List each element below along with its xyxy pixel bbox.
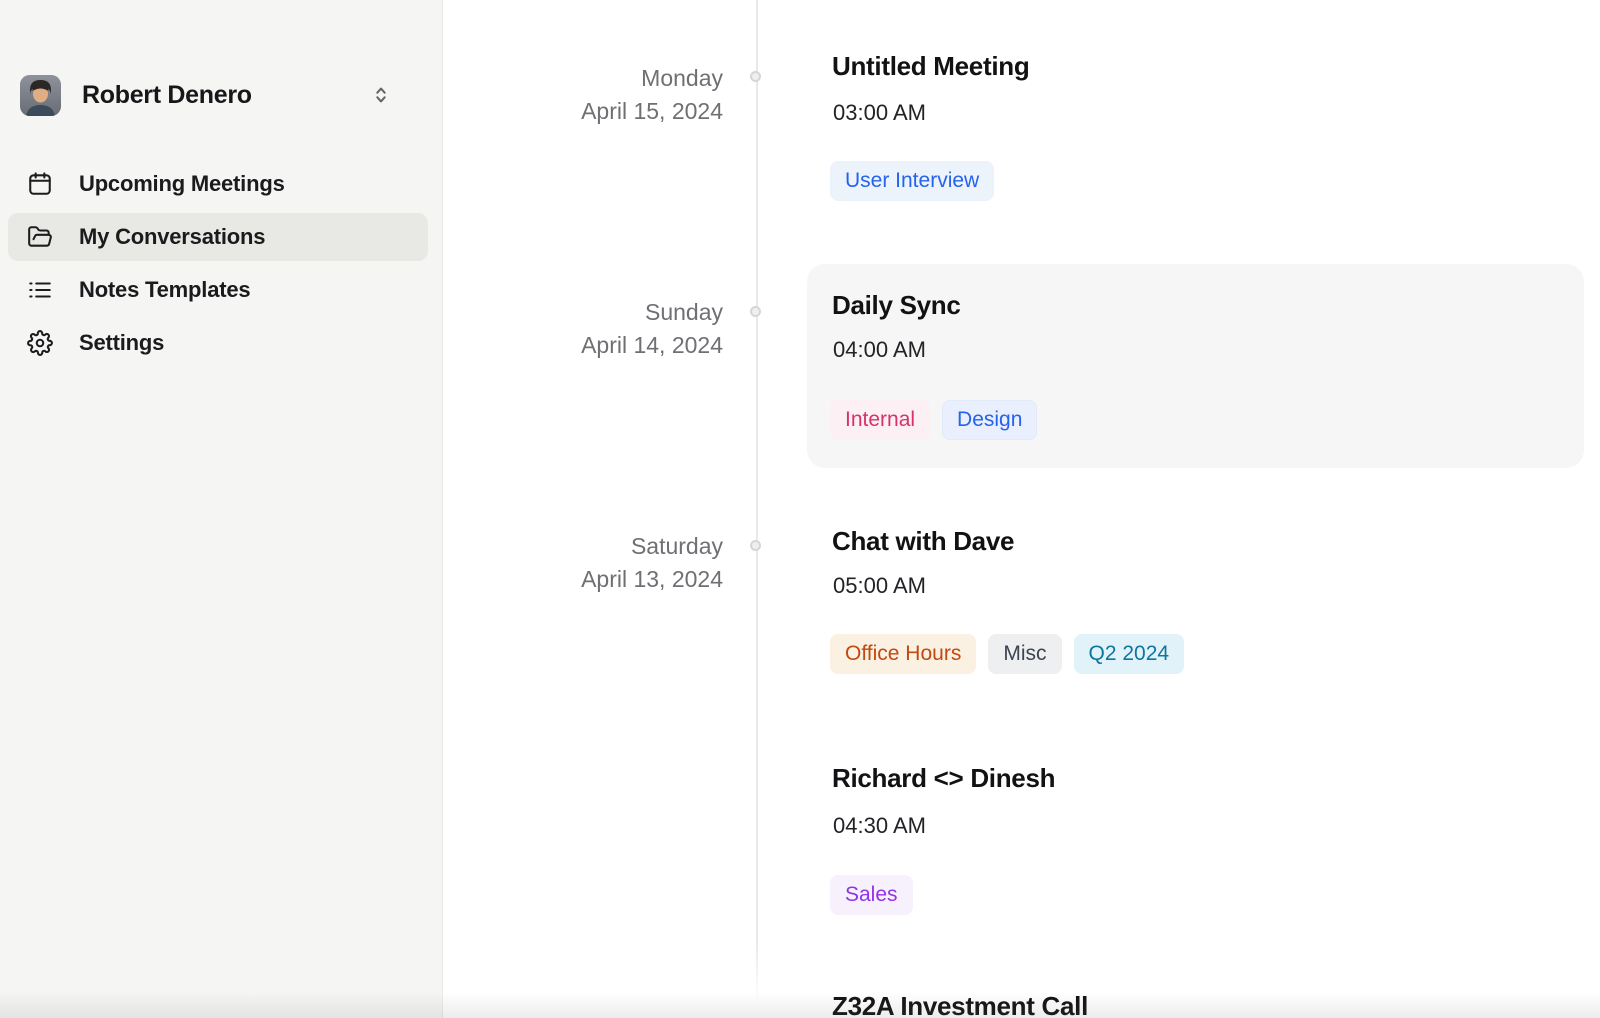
meeting-time: 04:30 AM bbox=[833, 812, 926, 840]
sidebar-item-label: Notes Templates bbox=[79, 277, 250, 303]
meeting-title[interactable]: Z32A Investment Call bbox=[832, 990, 1088, 1018]
tag-q2-2024[interactable]: Q2 2024 bbox=[1074, 634, 1185, 674]
sidebar-item-settings[interactable]: Settings bbox=[8, 319, 428, 367]
tag-row: Office Hours Misc Q2 2024 bbox=[830, 634, 1184, 674]
meeting-time: 03:00 AM bbox=[833, 99, 926, 127]
list-icon bbox=[27, 277, 53, 303]
tag-row: Internal Design bbox=[830, 400, 1037, 440]
user-name: Robert Denero bbox=[82, 81, 370, 110]
weekday-label: Sunday bbox=[460, 296, 723, 329]
timeline-dot bbox=[750, 540, 761, 551]
sidebar-nav: Upcoming Meetings My Conversations Notes… bbox=[8, 160, 428, 367]
date-group-label: Sunday April 14, 2024 bbox=[460, 296, 723, 362]
date-group-label: Monday April 15, 2024 bbox=[460, 62, 723, 128]
weekday-label: Monday bbox=[460, 62, 723, 95]
date-label: April 13, 2024 bbox=[460, 563, 723, 596]
tag-internal[interactable]: Internal bbox=[830, 400, 930, 440]
avatar bbox=[20, 75, 61, 116]
conversations-timeline bbox=[444, 0, 1600, 1018]
chevron-up-down-icon bbox=[370, 82, 392, 108]
tag-office-hours[interactable]: Office Hours bbox=[830, 634, 976, 674]
meeting-title[interactable]: Richard <> Dinesh bbox=[832, 762, 1055, 794]
sidebar-item-label: Settings bbox=[79, 330, 164, 356]
date-label: April 14, 2024 bbox=[460, 329, 723, 362]
weekday-label: Saturday bbox=[460, 530, 723, 563]
tag-misc[interactable]: Misc bbox=[988, 634, 1061, 674]
sidebar-item-label: Upcoming Meetings bbox=[79, 171, 285, 197]
sidebar-item-notes-templates[interactable]: Notes Templates bbox=[8, 266, 428, 314]
gear-icon bbox=[27, 330, 53, 356]
timeline-dot bbox=[750, 306, 761, 317]
sidebar-item-my-conversations[interactable]: My Conversations bbox=[8, 213, 428, 261]
timeline-dot bbox=[750, 71, 761, 82]
meeting-time: 05:00 AM bbox=[833, 572, 926, 600]
tag-design[interactable]: Design bbox=[942, 400, 1037, 440]
date-label: April 15, 2024 bbox=[460, 95, 723, 128]
user-profile-switcher[interactable]: Robert Denero bbox=[20, 73, 429, 117]
meeting-time: 04:00 AM bbox=[833, 336, 926, 364]
calendar-icon bbox=[27, 171, 53, 197]
meeting-title[interactable]: Chat with Dave bbox=[832, 525, 1014, 557]
sidebar-item-upcoming-meetings[interactable]: Upcoming Meetings bbox=[8, 160, 428, 208]
timeline-line bbox=[756, 0, 758, 1004]
folder-open-icon bbox=[27, 224, 53, 250]
sidebar: Robert Denero Upcoming Meetings bbox=[0, 0, 443, 1018]
sidebar-item-label: My Conversations bbox=[79, 224, 265, 250]
tag-user-interview[interactable]: User Interview bbox=[830, 161, 994, 201]
date-group-label: Saturday April 13, 2024 bbox=[460, 530, 723, 596]
meeting-title[interactable]: Untitled Meeting bbox=[832, 50, 1029, 82]
meeting-title[interactable]: Daily Sync bbox=[832, 289, 961, 321]
tag-sales[interactable]: Sales bbox=[830, 875, 913, 915]
tag-row: Sales bbox=[830, 875, 913, 915]
tag-row: User Interview bbox=[830, 161, 994, 201]
